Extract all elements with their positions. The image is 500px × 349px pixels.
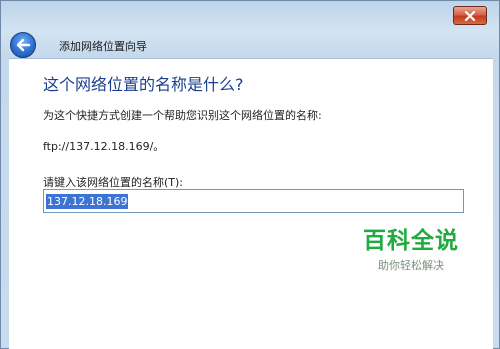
selected-input-text: 137.12.18.169 — [46, 193, 129, 209]
wizard-content: 这个网络位置的名称是什么? 为这个快捷方式创建一个帮助您识别这个网络位置的名称:… — [9, 58, 493, 349]
wizard-window: 添加网络位置向导 这个网络位置的名称是什么? 为这个快捷方式创建一个帮助您识别这… — [0, 0, 500, 349]
watermark-logo: 百科全说 助你轻松解决 — [361, 221, 461, 273]
name-field-label: 请键入该网络位置的名称(T): — [43, 176, 184, 189]
close-button[interactable] — [453, 6, 487, 25]
network-location-url: ftp://137.12.18.169/。 — [43, 140, 165, 153]
watermark-title: 百科全说 — [363, 228, 459, 254]
page-heading: 这个网络位置的名称是什么? — [43, 75, 244, 94]
close-icon — [464, 10, 476, 21]
description-text: 为这个快捷方式创建一个帮助您识别这个网络位置的名称: — [43, 109, 322, 122]
back-button[interactable] — [10, 32, 36, 58]
window-title: 添加网络位置向导 — [59, 40, 147, 53]
watermark-subtitle: 助你轻松解决 — [378, 259, 444, 272]
back-arrow-icon — [16, 38, 31, 52]
location-name-input[interactable]: 137.12.18.169 — [43, 189, 464, 213]
